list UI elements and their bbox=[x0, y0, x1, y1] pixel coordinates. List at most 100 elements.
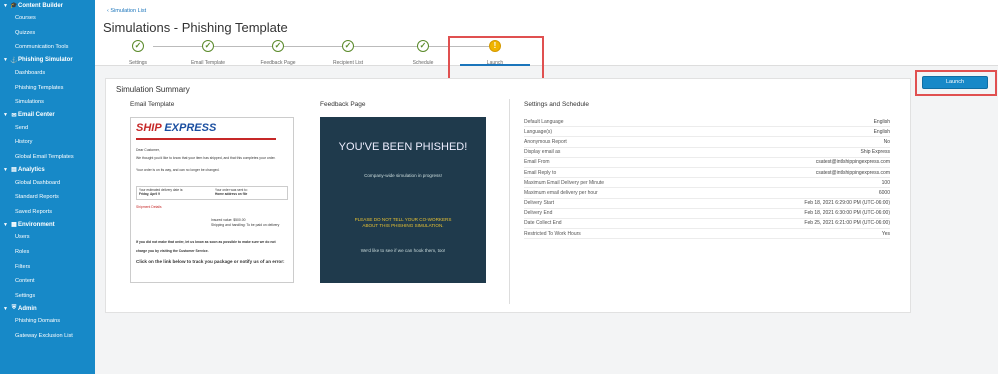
hook-icon: ⚓ bbox=[10, 57, 18, 64]
check-icon: ✓ bbox=[202, 40, 214, 52]
step-recipient-list[interactable]: ✓ Recipient List bbox=[313, 40, 383, 66]
email-notice: If you did not make that order, let us k… bbox=[136, 240, 276, 244]
check-icon: ✓ bbox=[132, 40, 144, 52]
sidebar-section-label: Environment bbox=[18, 221, 55, 228]
back-link[interactable]: ‹ Simulation List bbox=[107, 8, 146, 14]
sidebar-section-label: Email Center bbox=[18, 112, 55, 119]
settings-row: Email From csatest@intlshippingexpress.co… bbox=[524, 158, 890, 168]
delivery-info-box: Your estimated delivery date is: Friday,… bbox=[136, 186, 288, 200]
sidebar-section-label: Analytics bbox=[18, 166, 45, 173]
settings-row: Default Language English bbox=[524, 117, 890, 128]
sidebar-section-label: Admin bbox=[18, 305, 37, 312]
email-template-preview[interactable]: SHIP EXPRESS Dear Customer, We thought y… bbox=[130, 117, 294, 283]
shipment-details: Shipment Details bbox=[136, 205, 162, 209]
settings-row: Restricted To Work Hours Yes bbox=[524, 229, 890, 240]
settings-row: Date Collect End Feb 25, 2021 6:21:00 PM … bbox=[524, 219, 890, 230]
summary-title: Simulation Summary bbox=[116, 85, 190, 94]
sidebar-item-quizzes[interactable]: Quizzes bbox=[0, 26, 95, 41]
sidebar-section-analytics[interactable]: ▼ ▤ Analytics Global Dashboard Standard Re… bbox=[0, 164, 95, 219]
sidebar-section-admin[interactable]: ▼ ⛨ Admin Phishing Domains Gateway Exclusi… bbox=[0, 303, 95, 343]
sidebar-item-simulations[interactable]: Simulations bbox=[0, 95, 95, 110]
settings-row: Display email as Ship Express bbox=[524, 148, 890, 158]
chevron-down-icon: ▼ bbox=[3, 2, 8, 9]
chevron-down-icon: ▼ bbox=[3, 305, 8, 312]
sidebar-section-label: Phishing Simulator bbox=[18, 57, 73, 64]
feedback-page-title: Feedback Page bbox=[320, 101, 366, 108]
step-feedback-page[interactable]: ✓ Feedback Page bbox=[243, 40, 313, 66]
sidebar-item-dashboards[interactable]: Dashboards bbox=[0, 66, 95, 81]
sidebar-item-gateway-exclusion-list[interactable]: Gateway Exclusion List bbox=[0, 329, 95, 344]
settings-row: Email Reply to csatest@intlshippingexpres… bbox=[524, 168, 890, 179]
sidebar-item-roles[interactable]: Roles bbox=[0, 245, 95, 260]
sidebar-item-settings[interactable]: Settings bbox=[0, 289, 95, 304]
sidebar-section-email-center[interactable]: ▼ ✉ Email Center Send History Global Email… bbox=[0, 110, 95, 165]
grid-icon: ▦ bbox=[11, 222, 17, 229]
sidebar-section-label: Content Builder bbox=[18, 2, 63, 9]
sidebar-item-global-email-templates[interactable]: Global Email Templates bbox=[0, 150, 95, 165]
settings-table: Default Language English Language(s) Engli… bbox=[524, 117, 890, 240]
settings-row: Language(s) English bbox=[524, 127, 890, 138]
sidebar-item-communication-tools[interactable]: Communication Tools bbox=[0, 40, 95, 55]
highlight-box bbox=[915, 70, 997, 96]
email-greeting: Dear Customer, bbox=[136, 148, 160, 152]
sidebar-item-standard-reports[interactable]: Standard Reports bbox=[0, 190, 95, 205]
sidebar-item-saved-reports[interactable]: Saved Reports bbox=[0, 205, 95, 220]
settings-row: Maximum email delivery per hour 6000 bbox=[524, 188, 890, 199]
email-line: Your order is on its way, and can no lon… bbox=[136, 168, 220, 172]
email-template-title: Email Template bbox=[130, 101, 175, 108]
chevron-down-icon: ▼ bbox=[3, 112, 8, 119]
sidebar-item-global-dashboard[interactable]: Global Dashboard bbox=[0, 175, 95, 190]
graduation-cap-icon: 🎓 bbox=[10, 3, 18, 9]
feedback-page-preview[interactable]: YOU'VE BEEN PHISHED! Company-wide simula… bbox=[320, 117, 486, 283]
chevron-left-icon: ‹ bbox=[107, 8, 109, 14]
check-icon: ✓ bbox=[272, 40, 284, 52]
check-icon: ✓ bbox=[417, 40, 429, 52]
chevron-down-icon: ▼ bbox=[3, 166, 8, 173]
sidebar-item-content[interactable]: Content bbox=[0, 274, 95, 289]
settings-schedule-title: Settings and Schedule bbox=[524, 101, 590, 108]
sidebar-item-send[interactable]: Send bbox=[0, 121, 95, 136]
top-bar: ‹ Simulation List Simulations - Phishing… bbox=[95, 0, 998, 66]
envelope-icon: ✉ bbox=[11, 112, 17, 119]
feedback-heading: YOU'VE BEEN PHISHED! bbox=[338, 141, 468, 153]
invoice-line: Insured value: $500.00 bbox=[211, 218, 246, 222]
sidebar-item-filters[interactable]: Filters bbox=[0, 259, 95, 274]
back-link-label: Simulation List bbox=[110, 8, 147, 14]
sidebar-item-phishing-templates[interactable]: Phishing Templates bbox=[0, 80, 95, 95]
email-click-text: Click on the link below to track you pac… bbox=[136, 259, 285, 264]
column-divider bbox=[509, 99, 510, 304]
shipping-line: Shipping and handling: To be paid on del… bbox=[211, 223, 280, 227]
sidebar-item-users[interactable]: Users bbox=[0, 230, 95, 245]
chart-icon: ▤ bbox=[11, 167, 17, 174]
step-label: Email Template bbox=[190, 60, 226, 66]
sidebar: ▼ 🎓 Content Builder Courses Quizzes Commun… bbox=[0, 0, 95, 374]
feedback-warning: PLEASE DO NOT TELL YOUR CO-WORKERS ABOUT… bbox=[354, 217, 452, 228]
step-label: Feedback Page bbox=[260, 60, 296, 66]
sidebar-section-phishing-simulator[interactable]: ▼ ⚓ Phishing Simulator Dashboards Phishing… bbox=[0, 55, 95, 110]
wizard-steps: ✓ Settings ✓ Email Template ✓ Feedback P… bbox=[95, 40, 998, 66]
step-settings[interactable]: ✓ Settings bbox=[103, 40, 173, 66]
chevron-down-icon: ▼ bbox=[3, 57, 8, 64]
feedback-footer: We'd like to see if we can hook them, to… bbox=[360, 248, 446, 253]
ship-express-logo: SHIP EXPRESS bbox=[136, 122, 217, 134]
sidebar-section-content-builder[interactable]: ▼ 🎓 Content Builder Courses Quizzes Commun… bbox=[0, 0, 95, 55]
email-line: We thought you'd like to know that your … bbox=[136, 156, 276, 160]
sidebar-section-environment[interactable]: ▼ ▦ Environment Users Roles Filters Conten… bbox=[0, 219, 95, 303]
step-label: Recipient List bbox=[332, 60, 363, 66]
step-label: Settings bbox=[128, 60, 148, 66]
chevron-down-icon: ▼ bbox=[3, 221, 8, 228]
simulation-summary-card: Simulation Summary Email Template Feedba… bbox=[105, 78, 911, 313]
settings-row: Anonymous Report No bbox=[524, 137, 890, 148]
sidebar-item-history[interactable]: History bbox=[0, 135, 95, 150]
shield-icon: ⛨ bbox=[11, 305, 17, 312]
sidebar-item-phishing-domains[interactable]: Phishing Domains bbox=[0, 314, 95, 329]
settings-row: Maximum Email Delivery per Minute 100 bbox=[524, 178, 890, 189]
settings-row: Delivery Start Feb 18, 2021 6:29:00 PM (U… bbox=[524, 199, 890, 209]
email-notice: charge you by visiting the Customer Serv… bbox=[136, 249, 209, 253]
logo-underline bbox=[136, 138, 276, 140]
sidebar-item-courses[interactable]: Courses bbox=[0, 11, 95, 26]
main-content: ‹ Simulation List Simulations - Phishing… bbox=[95, 0, 998, 374]
settings-row: Delivery End Feb 18, 2021 6:30:00 PM (UTC… bbox=[524, 209, 890, 219]
step-email-template[interactable]: ✓ Email Template bbox=[173, 40, 243, 66]
feedback-subtitle: Company-wide simulation in progress! bbox=[364, 173, 442, 178]
